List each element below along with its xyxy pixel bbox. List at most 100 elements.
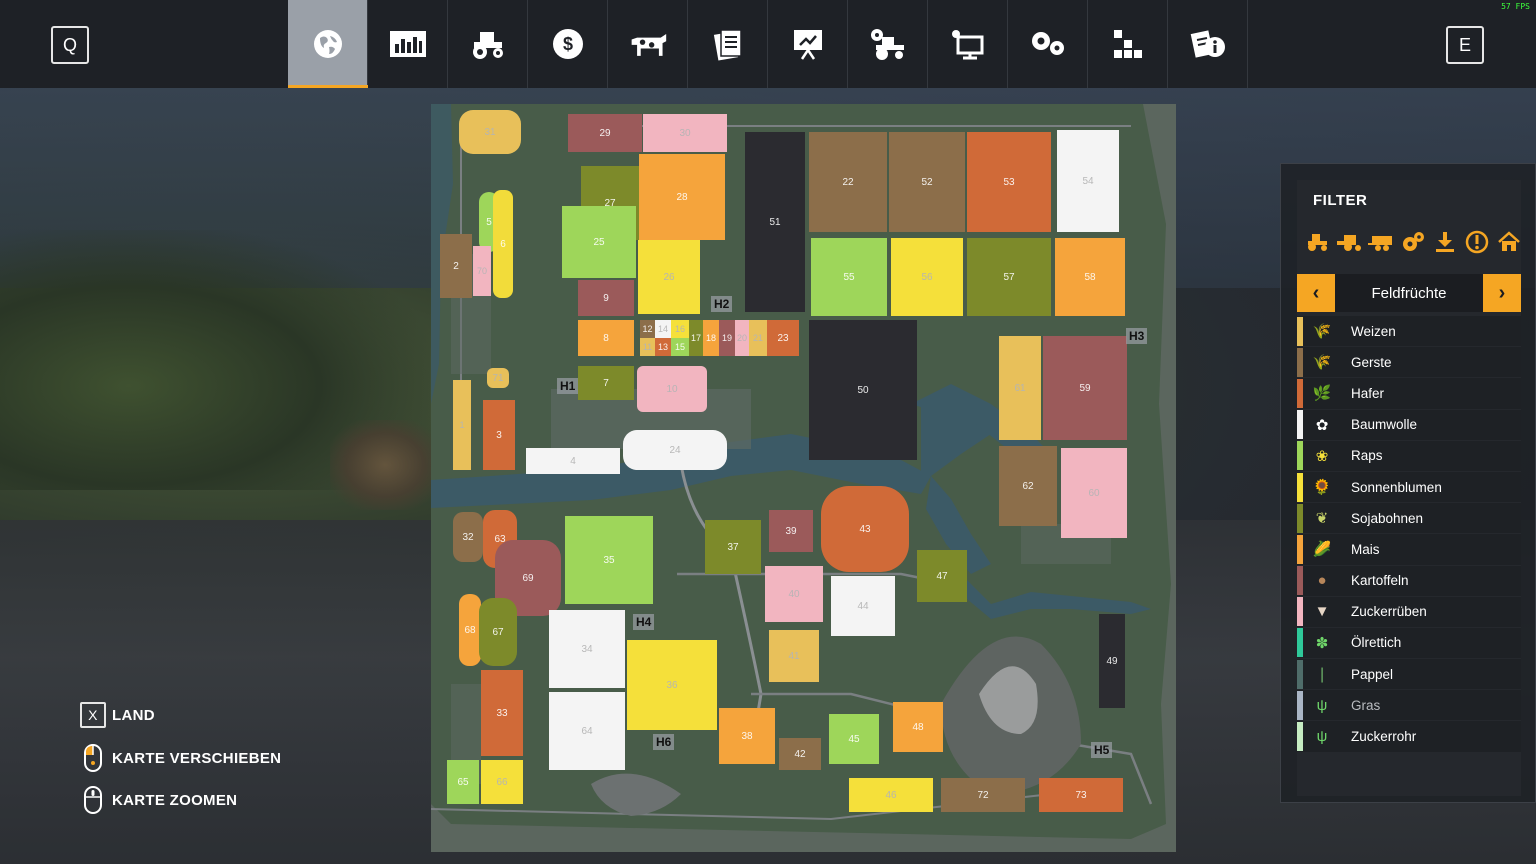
map-field[interactable]: 24: [623, 430, 727, 470]
crop-filter-item[interactable]: 🌿 Hafer: [1297, 378, 1521, 410]
crop-filter-item[interactable]: ✿ Baumwolle: [1297, 409, 1521, 441]
map-field[interactable]: 53: [967, 132, 1051, 232]
crop-filter-item[interactable]: ● Kartoffeln: [1297, 565, 1521, 597]
crop-filter-item[interactable]: ▼ Zuckerrüben: [1297, 596, 1521, 628]
download-icon[interactable]: [1429, 230, 1461, 254]
map-field[interactable]: 72: [941, 778, 1025, 812]
map-field[interactable]: 11: [640, 338, 655, 356]
map-field[interactable]: 8: [578, 320, 634, 356]
tab-map[interactable]: [288, 0, 368, 88]
control-land[interactable]: X LAND: [80, 702, 155, 728]
tractor-icon[interactable]: [1301, 230, 1333, 254]
map-field[interactable]: 22: [809, 132, 887, 232]
map-field[interactable]: 17: [689, 320, 703, 356]
house-icon[interactable]: [1493, 230, 1525, 254]
map-field[interactable]: 39: [769, 510, 813, 552]
map-field[interactable]: 41: [769, 630, 819, 682]
tab-vehicles[interactable]: [448, 0, 528, 88]
map-field[interactable]: 23: [767, 320, 799, 356]
map-field[interactable]: 30: [643, 114, 727, 152]
tab-statistics[interactable]: [368, 0, 448, 88]
map-field[interactable]: 9: [578, 280, 634, 316]
prev-page-key[interactable]: Q: [51, 26, 89, 64]
map-field[interactable]: 68: [459, 594, 481, 666]
map-field[interactable]: 6: [493, 190, 513, 298]
map-field[interactable]: 3: [483, 400, 515, 470]
crop-filter-item[interactable]: ✽ Ölrettich: [1297, 627, 1521, 660]
crop-filter-item[interactable]: ψ Gras: [1297, 690, 1521, 722]
ingame-map[interactable]: 31 29 30 27 28 51 22 52 53 54 5 6 25 26 55 56 57 58 2 70 9 8 1…: [431, 104, 1176, 852]
map-field[interactable]: 35: [565, 516, 653, 604]
tab-prices[interactable]: [1168, 0, 1248, 88]
crop-filter-item[interactable]: ψ Zuckerrohr: [1297, 721, 1521, 753]
map-field[interactable]: 65: [447, 760, 479, 804]
sprinkler-icon[interactable]: [1397, 230, 1429, 254]
chevron-right-icon[interactable]: ›: [1483, 274, 1521, 312]
crop-filter-item[interactable]: ❀ Raps: [1297, 440, 1521, 472]
tab-animals[interactable]: [608, 0, 688, 88]
map-field[interactable]: 67: [479, 598, 517, 666]
tab-finances[interactable]: $: [528, 0, 608, 88]
map-field[interactable]: 73: [1039, 778, 1123, 812]
map-field[interactable]: 56: [891, 238, 963, 316]
map-field[interactable]: 7: [578, 366, 634, 400]
map-field[interactable]: 45: [829, 714, 879, 764]
tab-vehicle-settings[interactable]: [848, 0, 928, 88]
map-field[interactable]: 57: [967, 238, 1051, 316]
map-field[interactable]: 12: [640, 320, 655, 338]
map-field[interactable]: 48: [893, 702, 943, 752]
map-field[interactable]: 66: [481, 760, 523, 804]
map-field[interactable]: 47: [917, 550, 967, 602]
map-field[interactable]: 70: [473, 246, 491, 296]
next-page-key[interactable]: E: [1446, 26, 1484, 64]
map-field[interactable]: 10: [637, 366, 707, 412]
map-field[interactable]: 58: [1055, 238, 1125, 316]
map-field[interactable]: 29: [568, 114, 642, 152]
crop-filter-item[interactable]: ❘ Pappel: [1297, 659, 1521, 691]
map-field[interactable]: 38: [719, 708, 775, 764]
crop-filter-item[interactable]: 🌾 Weizen: [1297, 316, 1521, 348]
map-field[interactable]: 20: [735, 320, 749, 356]
map-field[interactable]: 16: [671, 320, 689, 338]
map-field[interactable]: 60: [1061, 448, 1127, 538]
map-field[interactable]: 50: [809, 320, 917, 460]
tab-game-settings[interactable]: [1008, 0, 1088, 88]
crop-filter-item[interactable]: 🌽 Mais: [1297, 534, 1521, 566]
crop-filter-item[interactable]: 🌾 Gerste: [1297, 347, 1521, 379]
map-field[interactable]: 49: [1099, 614, 1125, 708]
map-field[interactable]: 44: [831, 576, 895, 636]
tab-help[interactable]: [768, 0, 848, 88]
map-field[interactable]: 64: [549, 692, 625, 770]
map-field[interactable]: 62: [999, 446, 1057, 526]
map-field[interactable]: 59: [1043, 336, 1127, 440]
map-field[interactable]: 37: [705, 520, 761, 574]
map-field[interactable]: 13: [655, 338, 671, 356]
map-field[interactable]: 61: [999, 336, 1041, 440]
map-field[interactable]: 28: [639, 154, 725, 240]
map-field[interactable]: 51: [745, 132, 805, 312]
map-field[interactable]: 26: [638, 240, 700, 314]
map-field[interactable]: 55: [811, 238, 887, 316]
harvester-icon[interactable]: [1333, 230, 1365, 254]
map-field[interactable]: 25: [562, 206, 636, 278]
map-field[interactable]: 54: [1057, 130, 1119, 232]
trailer-icon[interactable]: [1365, 230, 1397, 254]
map-field[interactable]: 43: [821, 486, 909, 572]
map-field[interactable]: 19: [719, 320, 735, 356]
map-field[interactable]: 46: [849, 778, 933, 812]
map-field[interactable]: 1: [453, 380, 471, 470]
crop-filter-item[interactable]: ❦ Sojabohnen: [1297, 503, 1521, 535]
tab-general-settings[interactable]: [928, 0, 1008, 88]
tab-production[interactable]: [1088, 0, 1168, 88]
map-field[interactable]: 33: [481, 670, 523, 756]
map-field[interactable]: 18: [703, 320, 719, 356]
warning-icon[interactable]: [1461, 230, 1493, 254]
tab-contracts[interactable]: [688, 0, 768, 88]
map-field[interactable]: 31: [459, 110, 521, 154]
map-field[interactable]: 32: [453, 512, 483, 562]
map-field[interactable]: 52: [889, 132, 965, 232]
map-field[interactable]: 4: [526, 448, 620, 474]
map-field[interactable]: 36: [627, 640, 717, 730]
map-field[interactable]: 15: [671, 338, 689, 356]
chevron-left-icon[interactable]: ‹: [1297, 274, 1335, 312]
